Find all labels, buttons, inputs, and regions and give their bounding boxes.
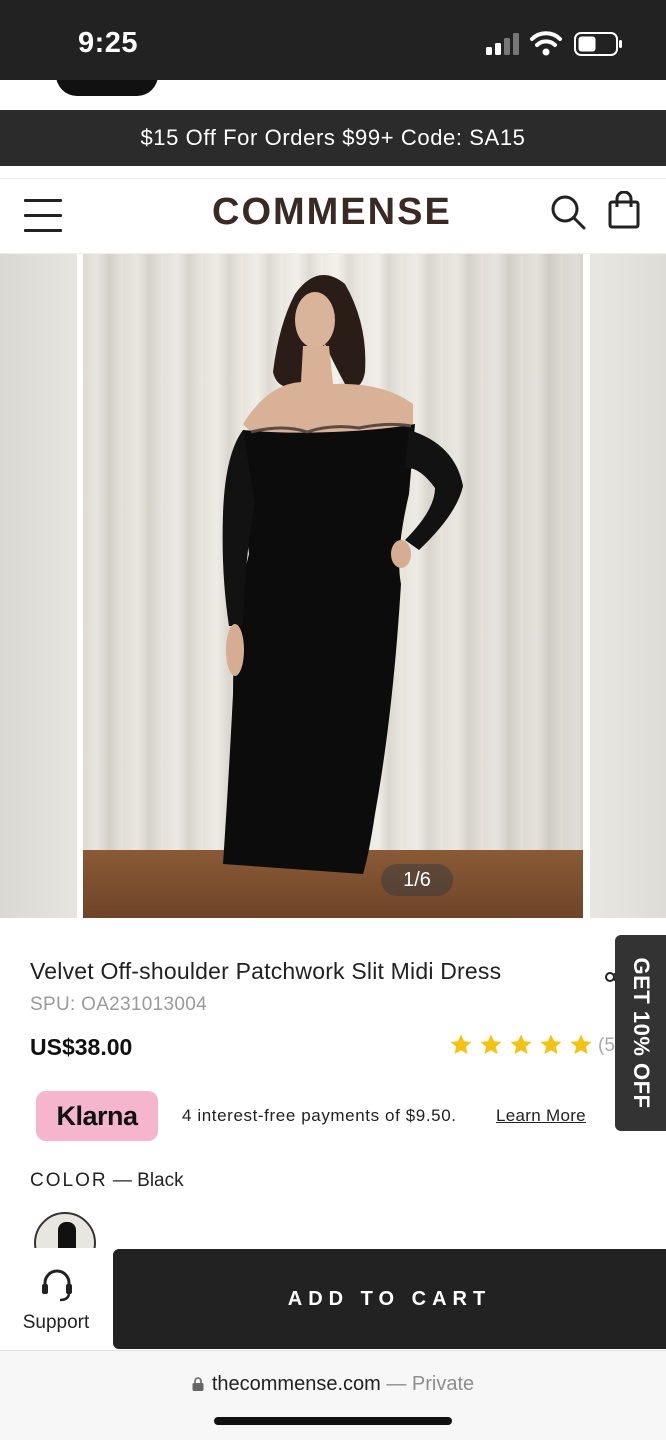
gallery-prev-image[interactable] [0,254,77,918]
get-discount-tab[interactable]: GET 10% OFF [615,935,666,1131]
lock-icon [192,1377,204,1391]
klarna-learn-more-link[interactable]: Learn More [496,1106,586,1126]
site-header: COMMENSE [0,178,666,254]
rating-stars[interactable] [449,1033,593,1057]
model-figure [222,275,463,874]
support-button[interactable]: Support [0,1248,112,1350]
menu-icon[interactable] [24,197,62,233]
gallery-counter: 1/6 [381,864,453,896]
color-separator: — [107,1170,138,1191]
bottom-action-bar: Support ADD TO CART [0,1248,666,1350]
klarna-logo: Klarna [36,1091,158,1141]
gallery-next-image[interactable] [590,254,666,918]
add-to-cart-button[interactable]: ADD TO CART [113,1249,666,1349]
private-label: — Private [386,1373,475,1395]
status-bar: 9:25 [0,0,666,80]
promo-text: $15 Off For Orders $99+ Code: SA15 [140,125,526,150]
product-price: US$38.00 [30,1034,133,1060]
star-icon [540,1034,562,1054]
product-spu: SPU: OA231013004 [30,994,207,1015]
bag-icon[interactable] [608,191,640,229]
headset-icon [42,1269,72,1302]
star-icon [570,1034,592,1054]
url-display[interactable]: thecommense.com — Private [0,1373,666,1396]
color-selector-label: COLOR — Black [30,1170,184,1192]
support-label: Support [22,1312,90,1333]
url-text: thecommense.com [211,1373,381,1395]
wifi-icon [530,31,562,56]
partial-element [56,80,158,96]
klarna-installments-text: 4 interest-free payments of $9.50. [182,1106,457,1125]
get-discount-label: GET 10% OFF [628,957,654,1109]
page-top-strip [0,80,666,110]
brand-logo[interactable]: COMMENSE [212,191,452,234]
color-value: Black [137,1170,184,1191]
product-title: Velvet Off-shoulder Patchwork Slit Midi … [30,958,502,984]
signal-icon [486,33,519,55]
browser-address-bar[interactable]: thecommense.com — Private [0,1350,666,1440]
star-icon [450,1034,472,1054]
battery-icon [574,32,622,56]
product-gallery[interactable]: 1/6 [0,254,666,918]
product-main-image[interactable]: 1/6 [83,254,583,918]
promo-banner[interactable]: $15 Off For Orders $99+ Code: SA15 [0,110,666,166]
home-indicator[interactable] [214,1417,452,1425]
search-icon[interactable] [550,194,586,230]
status-time: 9:25 [78,27,139,59]
star-icon [480,1034,502,1054]
star-icon [510,1034,532,1054]
color-label: COLOR [30,1170,108,1191]
